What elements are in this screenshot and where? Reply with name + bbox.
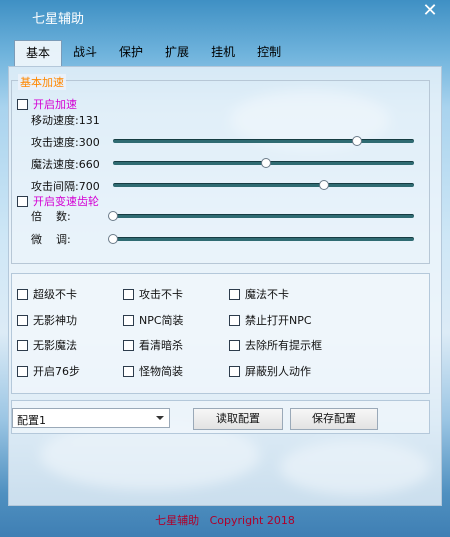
attack-speed-slider-track[interactable] (113, 139, 414, 143)
option-npc-simple[interactable]: NPC简装 (123, 312, 184, 328)
fine-tune-slider-track[interactable] (113, 237, 414, 241)
option-magic-no-lag[interactable]: 魔法不卡 (229, 286, 289, 302)
option-box[interactable] (229, 288, 240, 300)
option-label: 禁止打开NPC (245, 314, 312, 327)
option-box[interactable] (123, 365, 134, 377)
option-label: 无影魔法 (33, 339, 77, 352)
enable-gear-box[interactable] (17, 195, 28, 207)
chevron-down-icon (156, 416, 164, 420)
tab-bar: 基本 战斗 保护 扩展 挂机 控制 (14, 40, 292, 66)
attack-interval-slider-track[interactable] (113, 183, 414, 187)
fine-tune-slider-thumb[interactable] (108, 234, 118, 244)
enable-gear-label: 开启变速齿轮 (33, 195, 99, 208)
move-speed-label: 移动速度:131 (31, 114, 100, 127)
option-box[interactable] (123, 288, 134, 300)
multiplier-slider-thumb[interactable] (108, 211, 118, 221)
option-box[interactable] (229, 339, 240, 351)
option-label: 攻击不卡 (139, 288, 183, 301)
option-label: 看清暗杀 (139, 339, 183, 352)
option-attack-no-lag[interactable]: 攻击不卡 (123, 286, 183, 302)
title-bar: 七星辅助 ✕ (0, 0, 450, 34)
window-title: 七星辅助 (32, 12, 85, 27)
attack-interval-slider-thumb[interactable] (318, 180, 329, 190)
option-label: 屏蔽别人动作 (245, 365, 311, 378)
option-box[interactable] (123, 314, 134, 326)
fine-tune-label: 微 调: (31, 233, 71, 246)
tab-idle[interactable]: 挂机 (200, 40, 246, 66)
enable-speed-box[interactable] (17, 98, 28, 110)
option-box[interactable] (17, 288, 28, 300)
attack-speed-slider-thumb[interactable] (352, 136, 363, 146)
option-label: 无影神功 (33, 314, 77, 327)
option-remove-prompts[interactable]: 去除所有提示框 (229, 337, 322, 353)
tab-protect[interactable]: 保护 (108, 40, 154, 66)
option-monster-simple[interactable]: 怪物简装 (123, 363, 183, 379)
option-shadow-magic[interactable]: 无影魔法 (17, 337, 77, 353)
option-hide-others-actions[interactable]: 屏蔽别人动作 (229, 363, 311, 379)
option-box[interactable] (229, 314, 240, 326)
option-see-assassins[interactable]: 看清暗杀 (123, 337, 183, 353)
attack-interval-label: 攻击间隔:700 (31, 180, 100, 193)
tab-combat[interactable]: 战斗 (62, 40, 108, 66)
option-76-steps[interactable]: 开启76步 (17, 363, 80, 379)
option-shadow-skill[interactable]: 无影神功 (17, 312, 77, 328)
option-box[interactable] (17, 339, 28, 351)
option-label: 超级不卡 (33, 288, 77, 301)
magic-speed-label: 魔法速度:660 (31, 158, 100, 171)
option-label: 开启76步 (33, 365, 80, 378)
multiplier-label: 倍 数: (31, 210, 71, 223)
config-select-value: 配置1 (17, 414, 46, 427)
option-box[interactable] (17, 365, 28, 377)
option-block-npc[interactable]: 禁止打开NPC (229, 312, 312, 328)
footer-copyright: 七星辅助 Copyright 2018 (155, 514, 295, 527)
tab-extend[interactable]: 扩展 (154, 40, 200, 66)
attack-speed-label: 攻击速度:300 (31, 136, 100, 149)
multiplier-slider-track[interactable] (113, 214, 414, 218)
option-box[interactable] (229, 365, 240, 377)
basic-speed-title: 基本加速 (18, 74, 66, 90)
magic-speed-slider-thumb[interactable] (260, 158, 271, 168)
option-label: 去除所有提示框 (245, 339, 322, 352)
option-box[interactable] (17, 314, 28, 326)
option-label: 魔法不卡 (245, 288, 289, 301)
enable-gear-checkbox[interactable]: 开启变速齿轮 (17, 193, 99, 209)
enable-speed-label: 开启加速 (33, 98, 77, 111)
option-label: 怪物简装 (139, 365, 183, 378)
close-icon[interactable]: ✕ (420, 2, 440, 22)
option-label: NPC简装 (139, 314, 184, 327)
option-box[interactable] (123, 339, 134, 351)
option-super-no-lag[interactable]: 超级不卡 (17, 286, 77, 302)
tab-basic[interactable]: 基本 (14, 40, 63, 66)
config-select[interactable]: 配置1 (12, 408, 170, 428)
load-config-button[interactable]: 读取配置 (193, 408, 283, 430)
tab-control[interactable]: 控制 (246, 40, 292, 66)
save-config-button[interactable]: 保存配置 (290, 408, 378, 430)
enable-speed-checkbox[interactable]: 开启加速 (17, 96, 77, 112)
